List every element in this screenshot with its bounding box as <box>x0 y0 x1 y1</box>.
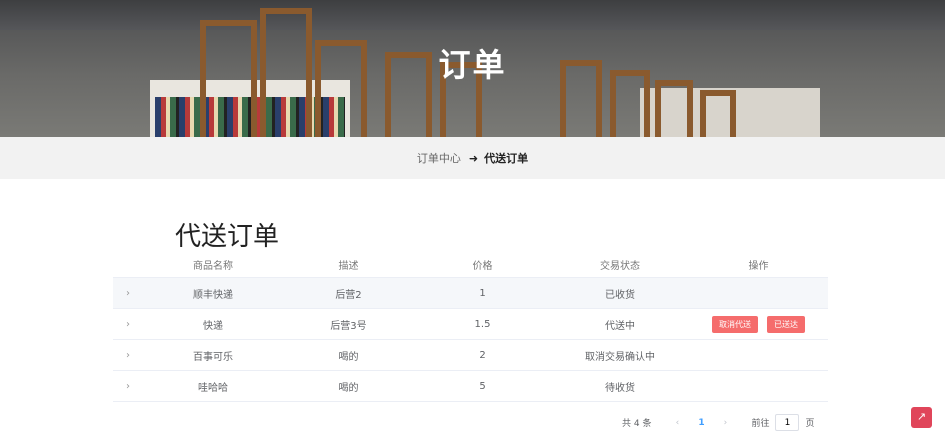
breadcrumb-current: 代送订单 <box>484 152 529 165</box>
cell-price: 1.5 <box>474 318 491 330</box>
hero-title: 订单 <box>438 46 507 84</box>
page-title: 代送订单 <box>175 222 280 252</box>
pagination-total: 共 4 条 <box>622 419 652 429</box>
table-row: › 百事可乐 喝的 2 取消交易确认中 <box>113 340 828 371</box>
table-header: 商品名称 描述 价格 交易状态 操作 <box>113 251 828 277</box>
expand-chevron-icon[interactable]: › <box>113 381 143 392</box>
cell-desc: 后营2 <box>335 289 362 301</box>
cancel-delivery-button[interactable]: 取消代送 <box>712 315 758 333</box>
hero-banner: 订单 <box>0 0 945 137</box>
cell-price: 1 <box>479 287 486 299</box>
table-row: › 顺丰快递 后营2 1 已收货 <box>113 277 828 309</box>
cell-status: 待收货 <box>605 382 635 394</box>
cell-name: 百事可乐 <box>193 351 233 363</box>
goto-label: 前往 <box>751 419 770 429</box>
hero-shelf <box>700 90 736 137</box>
breadcrumb-parent-link[interactable]: 订单中心 <box>417 150 461 166</box>
cell-name: 快递 <box>203 320 223 332</box>
prev-page-icon[interactable]: ‹ <box>665 418 689 428</box>
expand-chevron-icon[interactable]: › <box>113 288 143 299</box>
hero-shelf <box>655 80 693 137</box>
cell-name: 顺丰快递 <box>193 289 233 301</box>
hero-ceiling <box>0 0 945 30</box>
page-number-current[interactable]: 1 <box>689 418 713 428</box>
next-page-icon[interactable]: › <box>713 418 737 428</box>
column-header: 商品名称 <box>193 260 233 272</box>
table-row: › 哇哈哈 喝的 5 待收货 <box>113 371 828 402</box>
column-header: 描述 <box>338 260 359 272</box>
cell-status: 已收货 <box>605 289 635 301</box>
cell-status: 取消交易确认中 <box>585 351 655 363</box>
column-header: 操作 <box>748 260 769 272</box>
expand-chevron-icon[interactable]: › <box>113 350 143 361</box>
cell-name: 哇哈哈 <box>198 382 228 394</box>
table-row: › 快递 后营3号 1.5 代送中 取消代送 已送达 <box>113 309 828 340</box>
back-to-top-icon[interactable]: ↗ <box>911 407 932 428</box>
cell-actions: 取消代送 已送达 <box>689 315 828 333</box>
cell-desc: 喝的 <box>338 351 359 363</box>
cell-desc: 后营3号 <box>330 320 367 332</box>
cell-desc: 喝的 <box>338 382 359 394</box>
cell-status: 代送中 <box>605 320 635 332</box>
delivered-button[interactable]: 已送达 <box>767 315 805 333</box>
column-header: 交易状态 <box>600 260 640 272</box>
goto-page-input[interactable] <box>775 414 800 431</box>
page-suffix-label: 页 <box>805 419 815 429</box>
column-header: 价格 <box>472 260 493 272</box>
cell-price: 2 <box>479 349 486 361</box>
expand-chevron-icon[interactable]: › <box>113 319 143 330</box>
arrow-right-icon: ➜ <box>468 151 479 165</box>
orders-table: 商品名称 描述 价格 交易状态 操作 › 顺丰快递 后营2 1 已收货 › 快递… <box>113 251 828 402</box>
pagination: 共 4 条 ‹ 1 › 前往 页 <box>622 414 814 431</box>
breadcrumb: 订单中心 ➜ 代送订单 <box>0 137 945 179</box>
cell-price: 5 <box>479 380 486 392</box>
